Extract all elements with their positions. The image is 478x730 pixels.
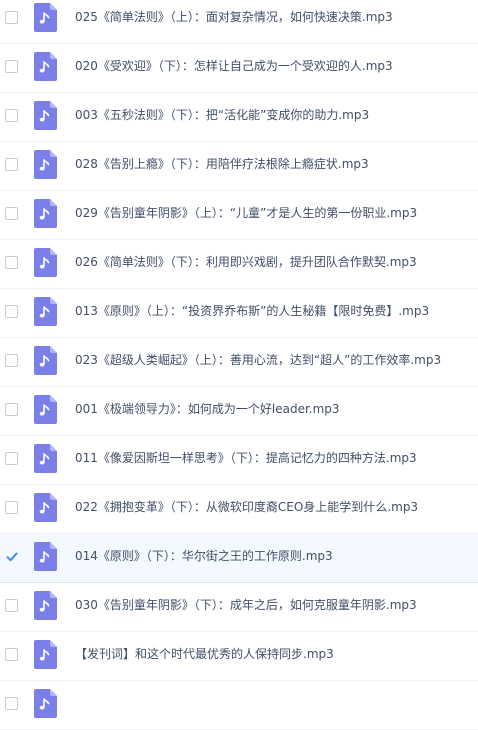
row-checkbox[interactable] [5,60,18,73]
file-name[interactable]: 028《告别上瘾》（下）：用陪伴疗法根除上瘾症状.mp3 [75,156,369,173]
file-row[interactable]: 020《受欢迎》（下）：怎样让自己成为一个受欢迎的人.mp3 [0,44,478,93]
row-checkbox[interactable] [5,403,18,416]
file-name[interactable]: 026《简单法则》（下）：利用即兴戏剧，提升团队合作默契.mp3 [75,254,417,271]
file-name[interactable]: 011《像爱因斯坦一样思考》（下）：提高记忆力的四种方法.mp3 [75,450,417,467]
file-list: 025《简单法则》（上）：面对复杂情况，如何快速决策.mp3 020《受欢迎》（下… [0,0,478,730]
file-row[interactable] [0,681,478,730]
row-checkbox[interactable] [5,599,18,612]
music-file-icon [34,3,57,32]
file-name[interactable]: 【发刊词】和这个时代最优秀的人保持同步.mp3 [75,646,334,663]
file-row[interactable]: 003《五秒法则》（下）：把“活化能”变成你的助力.mp3 [0,93,478,142]
music-file-icon [34,101,57,130]
file-name[interactable]: 013《原则》（上）：“投资界乔布斯”的人生秘籍【限时免费】.mp3 [75,303,429,320]
file-name[interactable]: 022《拥抱变革》（下）：从微软印度裔CEO身上能学到什么.mp3 [75,499,418,516]
music-file-icon [34,297,57,326]
file-name[interactable]: 025《简单法则》（上）：面对复杂情况，如何快速决策.mp3 [75,9,393,26]
row-checkbox[interactable] [5,354,18,367]
file-row[interactable]: 013《原则》（上）：“投资界乔布斯”的人生秘籍【限时免费】.mp3 [0,289,478,338]
file-name[interactable]: 030《告别童年阴影》（下）：成年之后，如何克服童年阴影.mp3 [75,597,417,614]
file-row[interactable]: 014《原则》（下）：华尔街之王的工作原则.mp3 [0,534,478,583]
music-file-icon [34,150,57,179]
music-file-icon [34,640,57,669]
row-checkbox[interactable] [5,550,18,563]
row-checkbox[interactable] [5,452,18,465]
music-file-icon [34,199,57,228]
row-checkbox[interactable] [5,256,18,269]
file-row[interactable]: 026《简单法则》（下）：利用即兴戏剧，提升团队合作默契.mp3 [0,240,478,289]
file-row[interactable]: 011《像爱因斯坦一样思考》（下）：提高记忆力的四种方法.mp3 [0,436,478,485]
file-row[interactable]: 023《超级人类崛起》（上）：善用心流，达到“超人”的工作效率.mp3 [0,338,478,387]
file-row[interactable]: 025《简单法则》（上）：面对复杂情况，如何快速决策.mp3 [0,0,478,44]
file-row[interactable]: 001《极端领导力》：如何成为一个好leader.mp3 [0,387,478,436]
music-file-icon [34,542,57,571]
music-file-icon [34,444,57,473]
row-checkbox[interactable] [5,109,18,122]
file-row[interactable]: 028《告别上瘾》（下）：用陪伴疗法根除上瘾症状.mp3 [0,142,478,191]
file-name[interactable]: 020《受欢迎》（下）：怎样让自己成为一个受欢迎的人.mp3 [75,58,393,75]
row-checkbox[interactable] [5,501,18,514]
file-name[interactable]: 003《五秒法则》（下）：把“活化能”变成你的助力.mp3 [75,107,369,124]
file-row[interactable]: 022《拥抱变革》（下）：从微软印度裔CEO身上能学到什么.mp3 [0,485,478,534]
row-checkbox[interactable] [5,305,18,318]
row-checkbox[interactable] [5,207,18,220]
row-checkbox[interactable] [5,697,18,710]
file-name[interactable]: 029《告别童年阴影》（上）：“儿童”才是人生的第一份职业.mp3 [75,205,417,222]
file-name[interactable]: 023《超级人类崛起》（上）：善用心流，达到“超人”的工作效率.mp3 [75,352,441,369]
row-checkbox[interactable] [5,11,18,24]
music-file-icon [34,591,57,620]
file-row[interactable]: 029《告别童年阴影》（上）：“儿童”才是人生的第一份职业.mp3 [0,191,478,240]
music-file-icon [34,248,57,277]
file-name[interactable]: 001《极端领导力》：如何成为一个好leader.mp3 [75,401,340,418]
file-name[interactable]: 014《原则》（下）：华尔街之王的工作原则.mp3 [75,548,333,565]
music-file-icon [34,689,57,718]
music-file-icon [34,52,57,81]
file-row[interactable]: 【发刊词】和这个时代最优秀的人保持同步.mp3 [0,632,478,681]
music-file-icon [34,493,57,522]
file-row[interactable]: 030《告别童年阴影》（下）：成年之后，如何克服童年阴影.mp3 [0,583,478,632]
row-checkbox[interactable] [5,158,18,171]
music-file-icon [34,395,57,424]
row-checkbox[interactable] [5,648,18,661]
music-file-icon [34,346,57,375]
checkmark-icon [6,552,18,562]
